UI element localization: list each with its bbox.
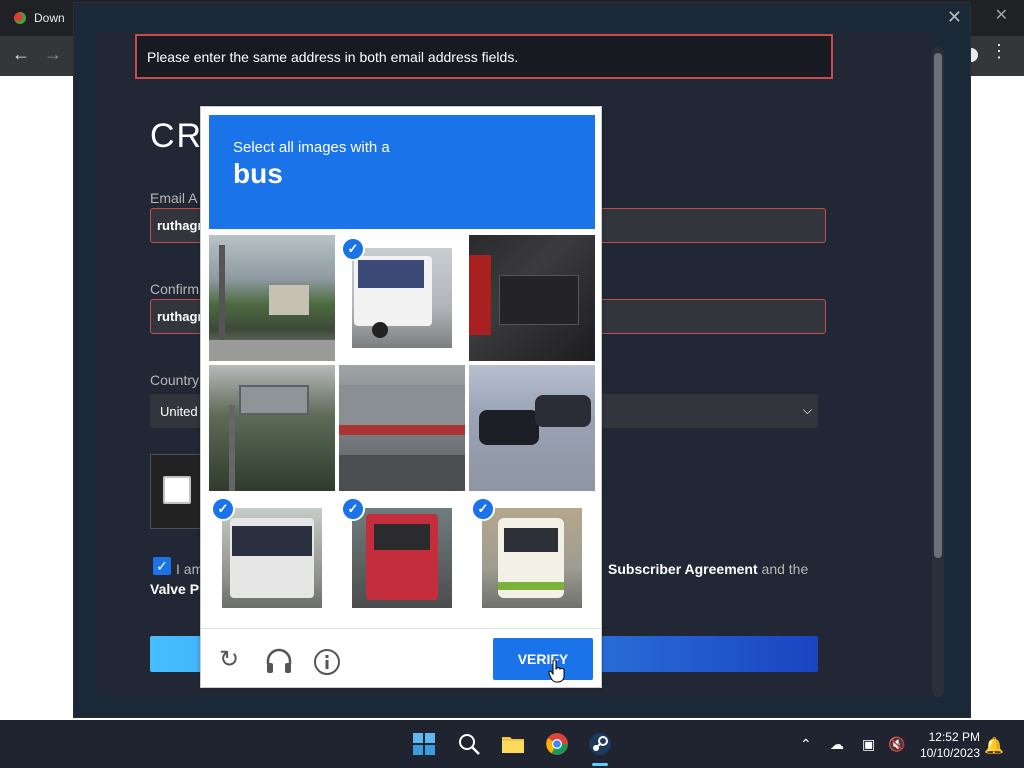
white-van-image xyxy=(352,248,452,348)
captcha-tile-2[interactable]: ✓ xyxy=(339,235,465,361)
headphones-svg xyxy=(266,648,292,673)
captcha-tile-4[interactable] xyxy=(209,365,335,491)
verify-button[interactable]: VERIFY xyxy=(493,638,593,680)
clock-time: 12:52 PM xyxy=(928,730,980,744)
country-value: United xyxy=(160,403,198,419)
back-arrow-icon[interactable]: ← xyxy=(12,44,30,65)
captcha-challenge: Select all images with a bus ✓ ✓ ✓ ✓ ↻ V… xyxy=(200,106,602,688)
confirm-email-label: Confirm xyxy=(150,281,200,297)
active-app-indicator xyxy=(592,763,608,766)
and-the-text: and the xyxy=(757,561,809,577)
white-bus-rear-image xyxy=(482,508,582,608)
captcha-header: Select all images with a bus xyxy=(209,115,595,229)
window-close-icon[interactable]: ✕ xyxy=(947,7,962,28)
agree-text-end: Subscriber Agreement and the xyxy=(608,561,808,577)
tab-favicon-icon xyxy=(14,12,26,24)
red-bus-rear-image xyxy=(352,508,452,608)
selected-check-icon: ✓ xyxy=(471,497,495,521)
captcha-footer: ↻ VERIFY xyxy=(201,628,601,688)
selected-check-icon: ✓ xyxy=(341,497,365,521)
hand-cursor-icon xyxy=(548,659,565,683)
red-car-closeup-image xyxy=(469,235,595,361)
confirm-email-value: ruthagr xyxy=(157,309,203,324)
captcha-tile-3[interactable] xyxy=(469,235,595,361)
file-explorer-icon[interactable] xyxy=(501,732,525,756)
error-banner: Please enter the same address in both em… xyxy=(135,34,833,79)
more-menu-icon[interactable]: ⋮ xyxy=(990,42,1008,60)
valve-privacy-link[interactable]: Valve Pr xyxy=(150,581,205,597)
coach-bus-front-image xyxy=(222,508,322,608)
email-label: Email A xyxy=(150,190,198,206)
windows-start-icon[interactable] xyxy=(412,732,436,756)
volume-muted-icon[interactable]: 🔇 xyxy=(888,736,905,753)
chevron-up-icon[interactable]: ⌃ xyxy=(800,736,812,753)
selected-check-icon: ✓ xyxy=(341,237,365,261)
truck-side-image xyxy=(339,365,465,491)
steam-icon[interactable] xyxy=(588,732,612,756)
browser-tab[interactable]: Down xyxy=(14,8,65,28)
notification-bell-icon[interactable]: 🔔 xyxy=(984,736,1004,756)
captcha-instruction: Select all images with a xyxy=(233,139,390,156)
info-svg xyxy=(314,649,340,675)
subscriber-agreement-link[interactable]: Subscriber Agreement xyxy=(608,561,758,577)
captcha-target: bus xyxy=(233,158,283,189)
browser-close-icon[interactable]: ✕ xyxy=(995,5,1008,25)
info-icon[interactable] xyxy=(313,648,341,681)
captcha-tile-8[interactable]: ✓ xyxy=(339,495,465,621)
network-icon[interactable]: ▣ xyxy=(862,736,875,753)
captcha-image-grid: ✓ ✓ ✓ ✓ xyxy=(209,235,595,609)
agree-checkbox[interactable]: ✓ xyxy=(153,557,171,575)
recaptcha-checkbox[interactable] xyxy=(163,476,191,504)
audio-headphones-icon[interactable] xyxy=(265,648,293,679)
forward-arrow-icon[interactable]: → xyxy=(44,44,62,65)
street-corner-image xyxy=(209,235,335,361)
captcha-tile-6[interactable] xyxy=(469,365,595,491)
error-message: Please enter the same address in both em… xyxy=(147,48,519,65)
clock[interactable]: 12:52 PM 10/10/2023 xyxy=(920,729,980,761)
search-icon[interactable] xyxy=(457,732,481,756)
scrollbar[interactable] xyxy=(932,47,944,697)
onedrive-icon[interactable]: ☁ xyxy=(830,736,844,753)
country-label: Country xyxy=(150,372,200,388)
captcha-tile-5[interactable] xyxy=(339,365,465,491)
captcha-tile-7[interactable]: ✓ xyxy=(209,495,335,621)
reload-icon[interactable]: ↻ xyxy=(219,648,239,672)
clock-date: 10/10/2023 xyxy=(919,746,980,760)
parked-cars-image xyxy=(469,365,595,491)
scrollbar-thumb[interactable] xyxy=(934,53,942,558)
selected-check-icon: ✓ xyxy=(211,497,235,521)
billboard-trees-image xyxy=(209,365,335,491)
captcha-tile-9[interactable]: ✓ xyxy=(469,495,595,621)
captcha-tile-1[interactable] xyxy=(209,235,335,361)
tab-title: Down xyxy=(34,11,65,25)
chrome-icon[interactable] xyxy=(545,732,569,756)
email-value: ruthagr xyxy=(157,218,203,233)
chevron-down-icon: ⌵ xyxy=(802,403,812,417)
